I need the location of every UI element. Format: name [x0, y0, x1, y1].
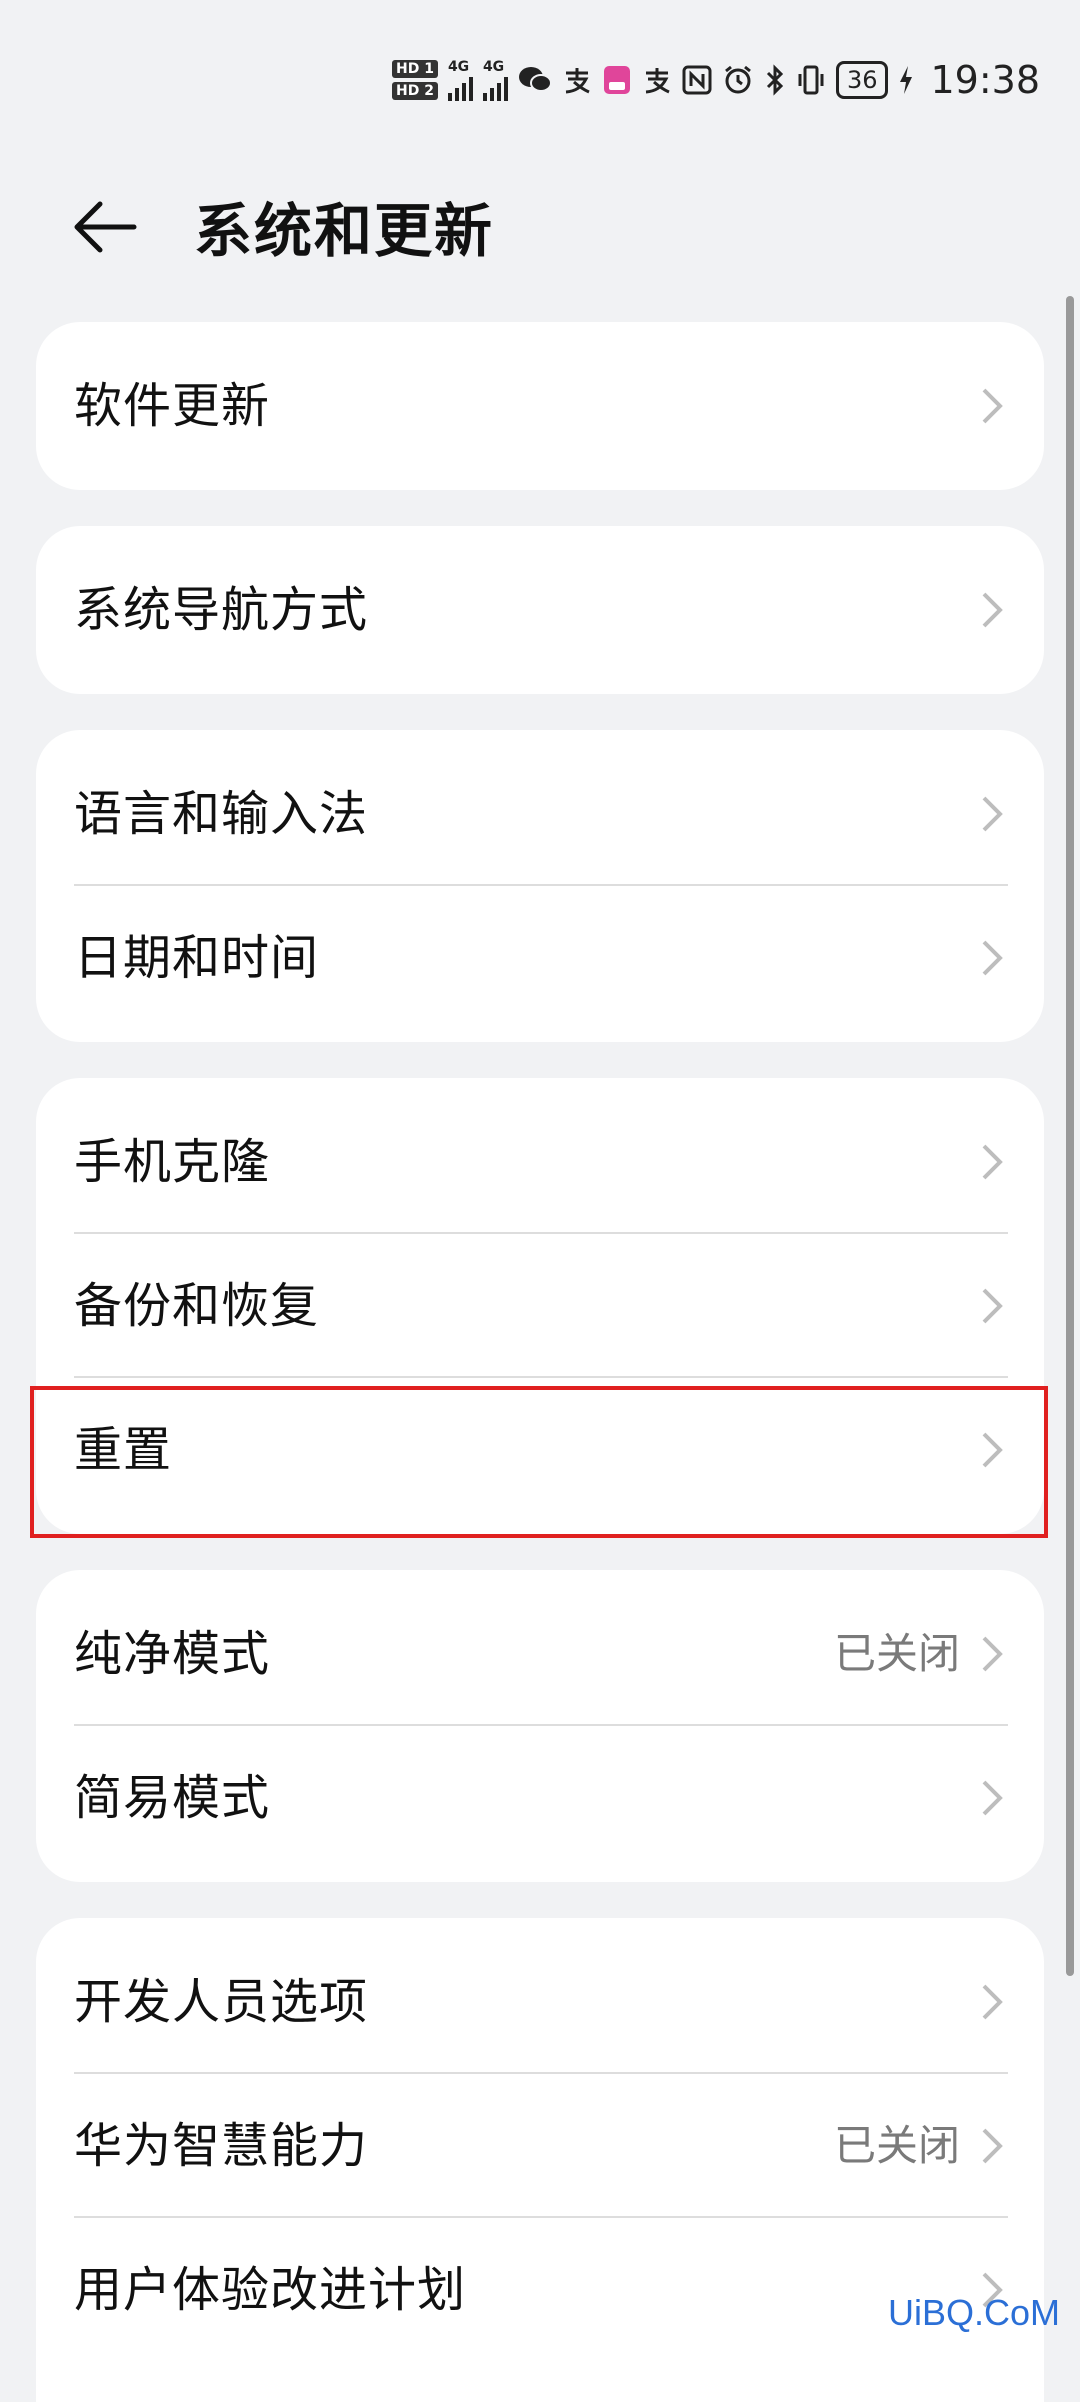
hd-indicators: HD 1 HD 2 [391, 60, 438, 100]
reset-highlight-box [30, 1386, 1048, 1538]
language-input-item[interactable]: 语言和输入法 [36, 742, 1044, 886]
date-time-item[interactable]: 日期和时间 [36, 886, 1044, 1030]
settings-group-2: 系统导航方式 [36, 526, 1044, 694]
status-bar: HD 1 HD 2 4G 4G 36 19:38 [391, 40, 1040, 120]
hd1-badge: HD 1 [391, 60, 438, 78]
chevron-right-icon [980, 938, 1004, 978]
hd2-badge: HD 2 [391, 82, 438, 100]
list-item-label: 软件更新 [74, 378, 271, 434]
alipay-icon [562, 65, 592, 95]
chevron-right-icon [980, 2126, 1004, 2166]
network-type-label: 4G [447, 59, 470, 75]
list-item-label: 语言和输入法 [74, 786, 369, 842]
chevron-right-icon [980, 386, 1004, 426]
list-item-label: 日期和时间 [74, 930, 320, 986]
list-item-label: 备份和恢复 [74, 1278, 320, 1334]
chevron-right-icon [980, 1142, 1004, 1182]
backup-restore-item[interactable]: 备份和恢复 [36, 1234, 1044, 1378]
developer-options-item[interactable]: 开发人员选项 [36, 1930, 1044, 2074]
settings-group-3: 语言和输入法 日期和时间 [36, 730, 1044, 1042]
back-arrow-icon[interactable] [70, 192, 140, 262]
settings-group-1: 软件更新 [36, 322, 1044, 490]
page-title: 系统和更新 [194, 197, 495, 265]
settings-group-5: 纯净模式 已关闭 简易模式 [36, 1570, 1044, 1882]
chevron-right-icon [980, 1982, 1004, 2022]
list-item-label: 用户体验改进计划 [74, 2262, 467, 2318]
status-value: 已关闭 [833, 1629, 960, 1678]
signal-sim1-icon: 4G [447, 59, 473, 101]
watermark-text: UiBQ.CoM [887, 2292, 1060, 2333]
charging-icon [898, 65, 914, 95]
network-type-label: 4G [482, 59, 505, 75]
user-experience-item[interactable]: 用户体验改进计划 [36, 2218, 1044, 2362]
list-item-label: 手机克隆 [74, 1134, 271, 1190]
app-header: 系统和更新 [0, 170, 1080, 280]
chevron-right-icon [980, 590, 1004, 630]
list-item-label: 开发人员选项 [74, 1974, 369, 2030]
tv-app-icon [602, 64, 632, 96]
alarm-icon [722, 64, 754, 96]
vibrate-icon [796, 64, 826, 96]
list-item-label: 系统导航方式 [74, 582, 369, 638]
scrollbar[interactable] [1066, 296, 1074, 1976]
system-navigation-item[interactable]: 系统导航方式 [36, 526, 1044, 694]
list-item-label: 纯净模式 [74, 1626, 271, 1682]
chevron-right-icon [980, 1286, 1004, 1326]
bluetooth-icon [764, 64, 786, 96]
list-item-label: 简易模式 [74, 1770, 271, 1826]
battery-indicator: 36 [835, 61, 889, 99]
chevron-right-icon [980, 1634, 1004, 1674]
simple-mode-item[interactable]: 简易模式 [36, 1726, 1044, 1870]
software-update-item[interactable]: 软件更新 [36, 322, 1044, 490]
phone-clone-item[interactable]: 手机克隆 [36, 1090, 1044, 1234]
alipay-icon-2 [642, 65, 672, 95]
list-item-label: 华为智慧能力 [74, 2118, 369, 2174]
wechat-icon [518, 65, 552, 95]
status-value: 已关闭 [833, 2121, 960, 2170]
clock: 19:38 [930, 58, 1040, 102]
nfc-icon [682, 65, 712, 95]
pure-mode-item[interactable]: 纯净模式 已关闭 [36, 1582, 1044, 1726]
huawei-intelligence-item[interactable]: 华为智慧能力 已关闭 [36, 2074, 1044, 2218]
signal-sim2-icon: 4G [482, 59, 508, 101]
chevron-right-icon [980, 794, 1004, 834]
chevron-right-icon [980, 1778, 1004, 1818]
